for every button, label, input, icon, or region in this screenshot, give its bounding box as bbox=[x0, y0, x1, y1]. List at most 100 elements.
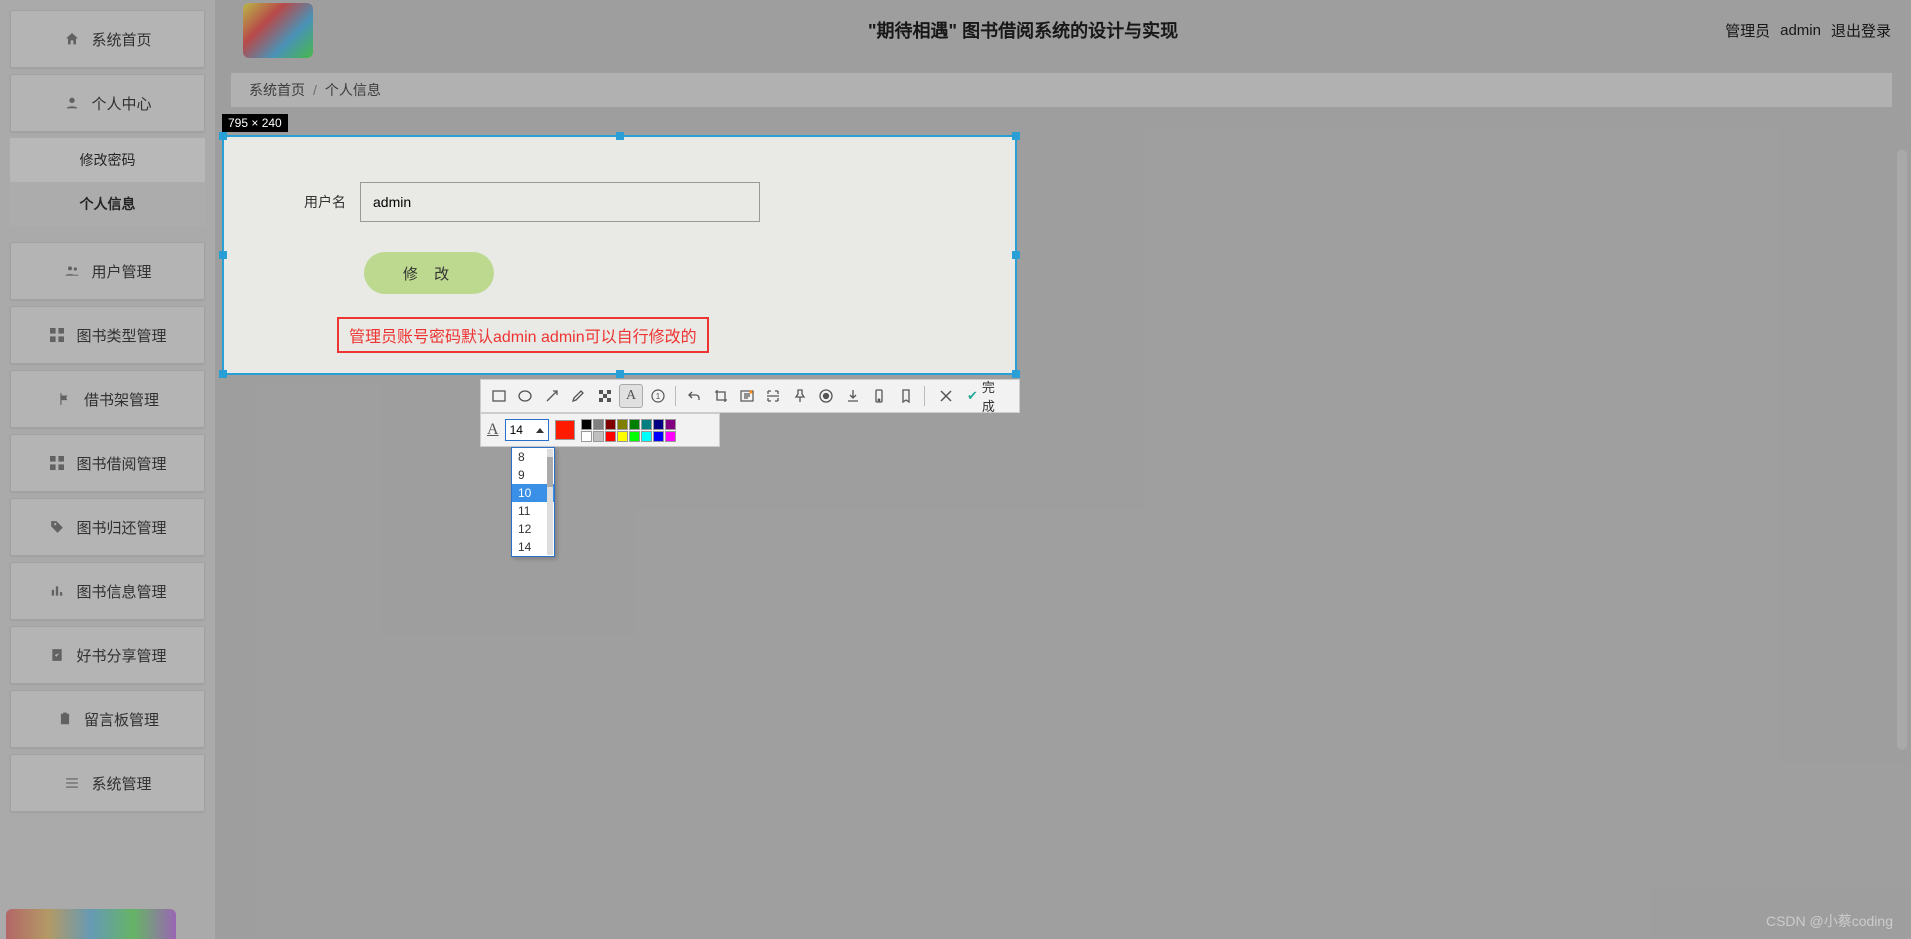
text-style-panel: A 14 bbox=[480, 413, 720, 447]
color-swatch[interactable] bbox=[605, 431, 616, 442]
breadcrumb: 系统首页 / 个人信息 bbox=[230, 72, 1893, 108]
color-swatch[interactable] bbox=[581, 419, 592, 430]
sidebar-item-system[interactable]: 系统管理 bbox=[10, 754, 205, 812]
crumb-home[interactable]: 系统首页 bbox=[249, 80, 305, 100]
sidebar-label: 系统管理 bbox=[91, 773, 151, 794]
tool-scan[interactable] bbox=[762, 384, 785, 408]
user-icon bbox=[63, 94, 81, 112]
topbar: "期待相遇" 图书借阅系统的设计与实现 管理员 admin 退出登录 bbox=[215, 0, 1911, 60]
tool-crop[interactable] bbox=[709, 384, 732, 408]
sidebar-label: 图书归还管理 bbox=[76, 517, 166, 538]
color-swatch[interactable] bbox=[593, 431, 604, 442]
sidebar-item-personal[interactable]: 个人中心 bbox=[10, 74, 205, 132]
admin-note: 管理员账号密码默认admin admin可以自行修改的 bbox=[337, 317, 709, 353]
tool-mobile[interactable] bbox=[868, 384, 891, 408]
role-label: 管理员 bbox=[1725, 20, 1770, 41]
color-swatch[interactable] bbox=[629, 431, 640, 442]
resize-handle[interactable] bbox=[219, 370, 227, 378]
sidebar-item-book-info[interactable]: 图书信息管理 bbox=[10, 562, 205, 620]
sidebar-label: 留言板管理 bbox=[84, 709, 159, 730]
sidebar-label: 图书类型管理 bbox=[76, 325, 166, 346]
tool-pin[interactable] bbox=[788, 384, 811, 408]
username-label: admin bbox=[1780, 22, 1821, 39]
resize-handle[interactable] bbox=[616, 370, 624, 378]
tool-pencil[interactable] bbox=[566, 384, 589, 408]
sidebar-item-share[interactable]: 好书分享管理 bbox=[10, 626, 205, 684]
tool-text[interactable]: A bbox=[619, 384, 643, 408]
font-size-value: 14 bbox=[510, 423, 523, 437]
resize-handle[interactable] bbox=[1012, 370, 1020, 378]
resize-handle[interactable] bbox=[219, 132, 227, 140]
sidebar-sub-label: 修改密码 bbox=[80, 150, 136, 170]
color-swatch[interactable] bbox=[593, 419, 604, 430]
sidebar-label: 个人中心 bbox=[91, 93, 151, 114]
color-swatch[interactable] bbox=[653, 419, 664, 430]
tool-bookmark[interactable] bbox=[894, 384, 917, 408]
current-color-swatch[interactable] bbox=[555, 420, 575, 440]
resize-handle[interactable] bbox=[1012, 132, 1020, 140]
color-swatch[interactable] bbox=[641, 419, 652, 430]
svg-text:1: 1 bbox=[655, 392, 660, 401]
sidebar-label: 图书借阅管理 bbox=[76, 453, 166, 474]
color-swatch[interactable] bbox=[629, 419, 640, 430]
tool-undo[interactable] bbox=[682, 384, 705, 408]
tool-cancel[interactable] bbox=[935, 384, 958, 408]
sidebar-item-users[interactable]: 用户管理 bbox=[10, 242, 205, 300]
crumb-current: 个人信息 bbox=[325, 80, 381, 100]
color-swatch[interactable] bbox=[665, 419, 676, 430]
sidebar-item-book-type[interactable]: 图书类型管理 bbox=[10, 306, 205, 364]
home-icon bbox=[63, 30, 81, 48]
tool-mosaic[interactable] bbox=[593, 384, 616, 408]
sidebar-group-personal: 个人中心 修改密码 个人信息 bbox=[0, 74, 215, 226]
capture-selection[interactable]: 用户名 修 改 管理员账号密码默认admin admin可以自行修改的 bbox=[222, 135, 1017, 375]
logout-link[interactable]: 退出登录 bbox=[1831, 20, 1891, 41]
color-swatch[interactable] bbox=[653, 431, 664, 442]
color-swatch[interactable] bbox=[665, 431, 676, 442]
sidebar-label: 好书分享管理 bbox=[76, 645, 166, 666]
sidebar-label: 图书信息管理 bbox=[76, 581, 166, 602]
clipboard-icon bbox=[56, 710, 74, 728]
tool-rect[interactable] bbox=[487, 384, 510, 408]
username-input[interactable] bbox=[360, 182, 760, 222]
color-swatch[interactable] bbox=[617, 419, 628, 430]
tool-counter[interactable]: 1 bbox=[646, 384, 669, 408]
font-icon: A bbox=[487, 421, 499, 439]
crumb-sep: / bbox=[313, 82, 317, 98]
menu-icon bbox=[63, 774, 81, 792]
sidebar-label: 借书架管理 bbox=[84, 389, 159, 410]
dropdown-scrollbar[interactable] bbox=[547, 449, 553, 555]
save-button[interactable]: 修 改 bbox=[364, 252, 494, 294]
tool-arrow[interactable] bbox=[540, 384, 563, 408]
tool-record[interactable] bbox=[815, 384, 838, 408]
tool-ocr[interactable] bbox=[735, 384, 758, 408]
color-palette bbox=[581, 419, 676, 442]
sidebar-item-borrow[interactable]: 图书借阅管理 bbox=[10, 434, 205, 492]
sidebar-sub-info[interactable]: 个人信息 bbox=[10, 182, 205, 226]
sidebar-item-shelf[interactable]: 借书架管理 bbox=[10, 370, 205, 428]
watermark: CSDN @小蔡coding bbox=[1766, 911, 1893, 931]
color-swatch[interactable] bbox=[617, 431, 628, 442]
color-swatch[interactable] bbox=[581, 431, 592, 442]
color-swatch[interactable] bbox=[641, 431, 652, 442]
resize-handle[interactable] bbox=[616, 132, 624, 140]
toolbar-divider bbox=[924, 386, 925, 406]
sidebar-sub-pwd[interactable]: 修改密码 bbox=[10, 138, 205, 182]
scrollbar[interactable] bbox=[1897, 150, 1907, 750]
sidebar-item-board[interactable]: 留言板管理 bbox=[10, 690, 205, 748]
form-row-username: 用户名 bbox=[304, 182, 760, 222]
color-swatch[interactable] bbox=[605, 419, 616, 430]
tool-ellipse[interactable] bbox=[513, 384, 536, 408]
grid-icon bbox=[48, 454, 66, 472]
font-size-select[interactable]: 14 bbox=[505, 419, 549, 441]
done-label: 完成 bbox=[982, 377, 1007, 415]
capture-toolbar: A 1 ✔ 完成 bbox=[480, 379, 1020, 413]
toolbar-divider bbox=[675, 386, 676, 406]
sidebar: 系统首页 个人中心 修改密码 个人信息 用户管理 图书类型管理 借书架管理 bbox=[0, 0, 215, 939]
tool-done[interactable]: ✔ 完成 bbox=[961, 377, 1013, 415]
tool-download[interactable] bbox=[841, 384, 864, 408]
chart-icon bbox=[48, 582, 66, 600]
logo-art-bottom bbox=[6, 909, 176, 939]
capture-dimensions: 795 × 240 bbox=[222, 114, 288, 132]
sidebar-item-return[interactable]: 图书归还管理 bbox=[10, 498, 205, 556]
sidebar-item-home[interactable]: 系统首页 bbox=[10, 10, 205, 68]
